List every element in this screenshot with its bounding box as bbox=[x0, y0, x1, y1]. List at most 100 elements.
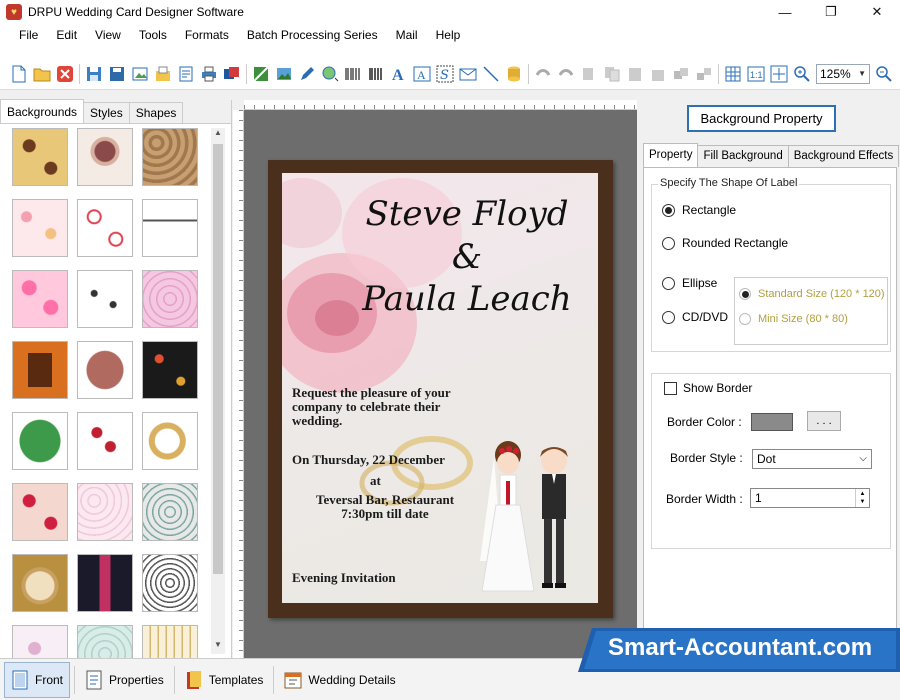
background-thumbnail[interactable] bbox=[77, 554, 133, 612]
background-thumbnail[interactable] bbox=[77, 483, 133, 541]
scroll-down-icon[interactable]: ▼ bbox=[211, 640, 225, 654]
undo-icon[interactable] bbox=[532, 63, 554, 85]
background-thumbnail[interactable] bbox=[142, 341, 198, 399]
background-property-button[interactable]: Background Property bbox=[687, 105, 836, 132]
menu-help[interactable]: Help bbox=[427, 28, 470, 42]
design-canvas[interactable]: Steve Floyd & Paula Leach Request the pl… bbox=[244, 110, 637, 658]
border-style-select[interactable]: Dot ⌵ bbox=[752, 449, 872, 469]
export-pdf-icon[interactable] bbox=[152, 63, 174, 85]
background-thumbnail[interactable] bbox=[77, 270, 133, 328]
menu-view[interactable]: View bbox=[86, 28, 130, 42]
minimize-button[interactable]: — bbox=[762, 0, 808, 24]
delete-icon[interactable] bbox=[647, 63, 669, 85]
background-thumbnail[interactable] bbox=[12, 199, 68, 257]
radio-rectangle[interactable]: Rectangle bbox=[662, 203, 736, 217]
export-image-icon[interactable] bbox=[129, 63, 151, 85]
paste-icon[interactable] bbox=[624, 63, 646, 85]
menu-batch-processing[interactable]: Batch Processing Series bbox=[238, 28, 387, 42]
menu-formats[interactable]: Formats bbox=[176, 28, 238, 42]
background-thumbnail[interactable] bbox=[142, 270, 198, 328]
crop-icon[interactable] bbox=[250, 63, 272, 85]
radio-mini-size[interactable]: Mini Size (80 * 80) bbox=[739, 313, 848, 325]
menu-edit[interactable]: Edit bbox=[47, 28, 86, 42]
shape-dropdown-icon[interactable] bbox=[319, 63, 341, 85]
background-thumbnail[interactable] bbox=[12, 128, 68, 186]
background-thumbnail[interactable] bbox=[12, 412, 68, 470]
copy-layer-icon[interactable] bbox=[221, 63, 243, 85]
background-thumbnail[interactable] bbox=[12, 483, 68, 541]
actual-size-icon[interactable]: 1:1 bbox=[745, 63, 767, 85]
tab-shapes[interactable]: Shapes bbox=[128, 102, 184, 123]
close-button[interactable]: ✕ bbox=[854, 0, 900, 24]
zoom-out-icon[interactable] bbox=[873, 63, 895, 85]
barcode-icon[interactable] bbox=[342, 63, 364, 85]
scrollbar-thumb[interactable] bbox=[213, 144, 223, 574]
menu-mail[interactable]: Mail bbox=[387, 28, 427, 42]
stepper-arrows-icon[interactable]: ▲ ▼ bbox=[855, 489, 869, 507]
tab-background-effects[interactable]: Background Effects bbox=[787, 145, 900, 167]
couple-names[interactable]: Steve Floyd & Paula Leach bbox=[352, 193, 582, 321]
maximize-button[interactable]: ❐ bbox=[808, 0, 854, 24]
background-thumbnail[interactable] bbox=[142, 128, 198, 186]
background-thumbnail[interactable] bbox=[12, 554, 68, 612]
new-file-icon[interactable] bbox=[8, 63, 30, 85]
line-icon[interactable] bbox=[480, 63, 502, 85]
background-thumbnail[interactable] bbox=[12, 270, 68, 328]
grid-icon[interactable] bbox=[722, 63, 744, 85]
barcode-2-icon[interactable] bbox=[365, 63, 387, 85]
menu-file[interactable]: File bbox=[10, 28, 47, 42]
save-icon[interactable] bbox=[83, 63, 105, 85]
background-thumbnail[interactable] bbox=[142, 554, 198, 612]
wedding-card[interactable]: Steve Floyd & Paula Leach Request the pl… bbox=[282, 173, 598, 603]
insert-image-icon[interactable] bbox=[273, 63, 295, 85]
signature-icon[interactable]: S bbox=[434, 63, 456, 85]
radio-rounded-rectangle[interactable]: Rounded Rectangle bbox=[662, 236, 788, 250]
background-thumbnail[interactable] bbox=[142, 412, 198, 470]
background-thumbnail[interactable] bbox=[77, 412, 133, 470]
properties-button[interactable]: Properties bbox=[79, 662, 170, 698]
border-width-stepper[interactable]: 1 ▲ ▼ bbox=[750, 488, 870, 508]
pen-icon[interactable] bbox=[296, 63, 318, 85]
text-box-icon[interactable]: A bbox=[411, 63, 433, 85]
background-thumbnail[interactable] bbox=[142, 199, 198, 257]
zoom-in-icon[interactable] bbox=[791, 63, 813, 85]
background-thumbnail[interactable] bbox=[142, 483, 198, 541]
fit-to-window-icon[interactable] bbox=[768, 63, 790, 85]
background-thumbnail[interactable] bbox=[77, 199, 133, 257]
print-preview-icon[interactable] bbox=[175, 63, 197, 85]
event-venue-time[interactable]: Teversal Bar, Restaurant 7:30pm till dat… bbox=[300, 493, 470, 521]
tab-property[interactable]: Property bbox=[643, 143, 699, 167]
cut-icon[interactable] bbox=[578, 63, 600, 85]
tab-backgrounds[interactable]: Backgrounds bbox=[0, 99, 85, 123]
save-as-icon[interactable] bbox=[106, 63, 128, 85]
scroll-up-icon[interactable]: ▲ bbox=[211, 128, 225, 142]
open-folder-icon[interactable] bbox=[31, 63, 53, 85]
wedding-details-button[interactable]: Wedding Details bbox=[278, 662, 401, 698]
front-button[interactable]: Front bbox=[4, 661, 71, 698]
redo-icon[interactable] bbox=[555, 63, 577, 85]
zoom-select[interactable]: 125% ▼ bbox=[816, 63, 870, 84]
background-thumbnail[interactable] bbox=[77, 128, 133, 186]
close-document-icon[interactable] bbox=[54, 63, 76, 85]
tab-styles[interactable]: Styles bbox=[83, 102, 130, 123]
copy-icon[interactable] bbox=[601, 63, 623, 85]
menu-tools[interactable]: Tools bbox=[130, 28, 176, 42]
event-at[interactable]: at bbox=[370, 473, 381, 489]
background-thumbnail[interactable] bbox=[12, 341, 68, 399]
border-color-picker-button[interactable]: . . . bbox=[807, 411, 841, 431]
radio-cd-dvd[interactable]: CD/DVD bbox=[662, 310, 728, 324]
show-border-checkbox[interactable]: Show Border bbox=[664, 381, 752, 395]
invitation-text[interactable]: Request the pleasure of your company to … bbox=[292, 386, 451, 428]
border-color-swatch[interactable] bbox=[751, 413, 793, 431]
templates-button[interactable]: Templates bbox=[179, 662, 270, 698]
background-thumbnail[interactable] bbox=[77, 341, 133, 399]
radio-ellipse[interactable]: Ellipse bbox=[662, 276, 717, 290]
invitation-type[interactable]: Evening Invitation bbox=[292, 570, 396, 586]
text-icon[interactable]: A bbox=[388, 63, 410, 85]
database-icon[interactable] bbox=[503, 63, 525, 85]
group-icon[interactable] bbox=[670, 63, 692, 85]
print-icon[interactable] bbox=[198, 63, 220, 85]
thumbnail-scrollbar[interactable]: ▲ ▼ bbox=[211, 128, 225, 654]
event-date[interactable]: On Thursday, 22 December bbox=[292, 452, 445, 468]
ungroup-icon[interactable] bbox=[693, 63, 715, 85]
